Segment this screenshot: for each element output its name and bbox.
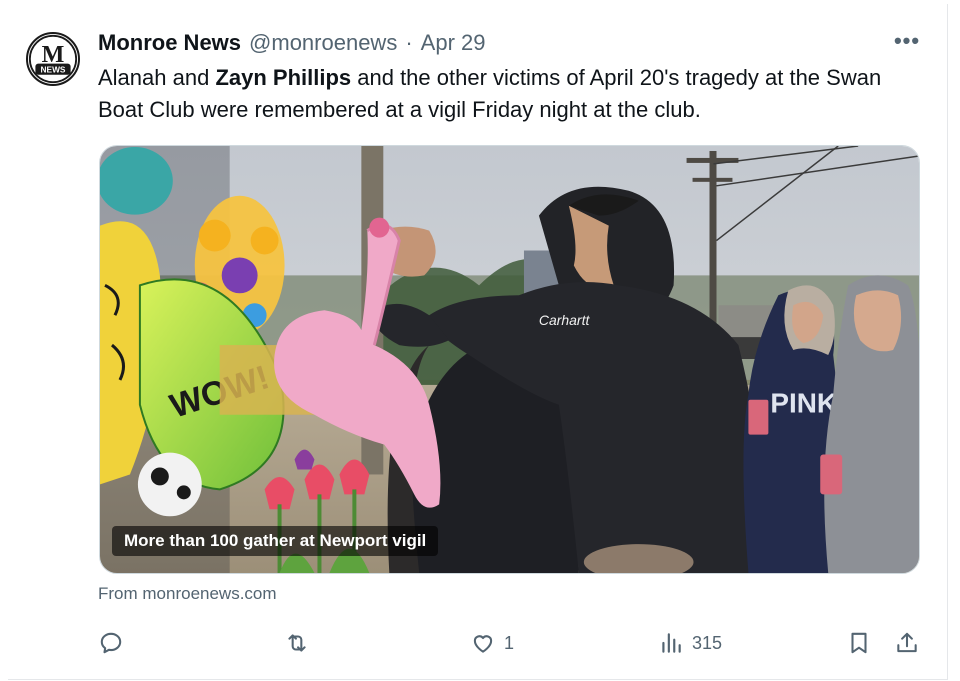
tweet-header: Monroe News @monroenews · Apr 29 <box>98 30 878 58</box>
sweatshirt-text: PINK <box>770 388 837 419</box>
share-button[interactable] <box>894 626 920 660</box>
reply-icon <box>100 632 122 654</box>
avatar-badge: NEWS <box>41 64 66 74</box>
media-card-image[interactable]: Carhartt PINK WOW! <box>99 145 920 574</box>
views-count: 315 <box>692 632 723 653</box>
heart-icon <box>473 635 493 653</box>
tweet-text-bold: Zayn Phillips <box>215 65 352 90</box>
tweet-date[interactable]: Apr 29 <box>421 30 486 56</box>
retweet-icon <box>288 634 306 652</box>
media-caption: More than 100 gather at Newport vigil <box>112 526 439 556</box>
bookmark-icon <box>851 632 867 654</box>
reply-button[interactable] <box>98 626 124 660</box>
bookmark-button[interactable] <box>846 626 872 660</box>
vigil-photo: Carhartt PINK WOW! <box>100 146 919 573</box>
views-button[interactable]: 315 <box>658 626 722 660</box>
views-icon <box>662 633 681 653</box>
tweet-text: Alanah and Zayn Phillips and the other v… <box>98 62 918 126</box>
author-name[interactable]: Monroe News <box>98 30 241 56</box>
author-handle[interactable]: @monroenews <box>249 30 397 56</box>
share-icon <box>897 632 917 653</box>
card-source[interactable]: From monroenews.com <box>98 584 277 604</box>
tweet-text-part1: Alanah and <box>98 65 216 90</box>
monroe-news-logo: M NEWS <box>28 34 78 84</box>
like-count: 1 <box>504 632 515 653</box>
svg-text:Carhartt: Carhartt <box>539 312 591 328</box>
avatar[interactable]: M NEWS <box>26 32 80 86</box>
header-separator: · <box>405 30 413 55</box>
action-bar: 1 315 <box>98 626 928 660</box>
retweet-button[interactable] <box>284 626 310 660</box>
like-button[interactable]: 1 <box>470 626 514 660</box>
more-options-button[interactable]: ••• <box>892 26 922 56</box>
